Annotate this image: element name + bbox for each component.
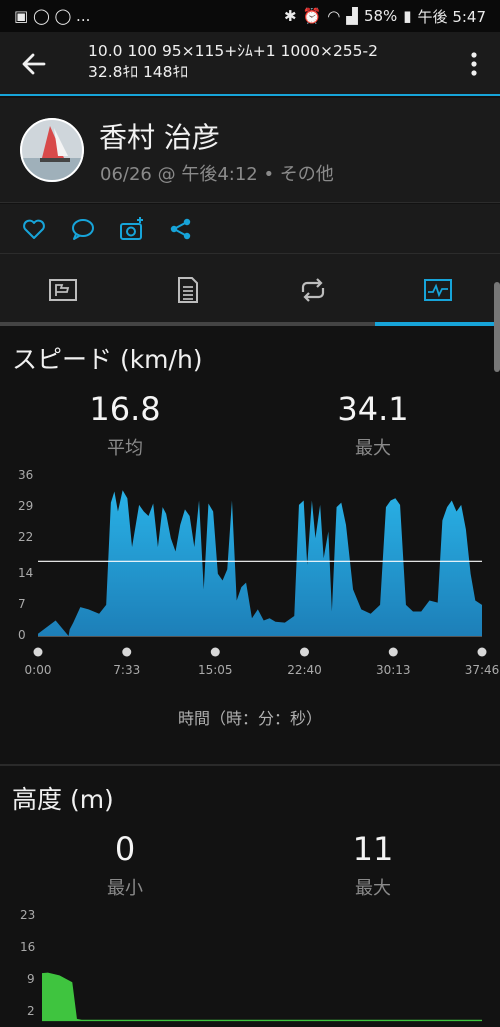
speed-x-tick: 7:33	[113, 663, 141, 677]
speed-area-series	[38, 490, 482, 636]
comment-icon[interactable]	[70, 216, 96, 242]
back-arrow-icon[interactable]	[18, 48, 50, 80]
tab-charts[interactable]	[375, 254, 500, 326]
altitude-area-series	[42, 972, 482, 1022]
avatar[interactable]	[20, 118, 84, 182]
speed-x-tick-dot	[122, 647, 132, 657]
chart-pulse-icon	[423, 279, 452, 301]
speed-avg-value: 16.8	[89, 390, 161, 428]
altitude-max-label: 最大	[355, 878, 391, 899]
speed-x-tick: 0:00	[24, 663, 52, 677]
activity-title: 10.0 100 95×115+ｼﾑ+1 1000×255-2 32.8ｷﾛ 1…	[88, 41, 378, 83]
speed-x-tick: 22:40	[287, 663, 322, 677]
title-line-2: 32.8ｷﾛ 148ｷﾛ	[88, 63, 189, 81]
speed-chart	[33, 490, 487, 657]
speed-avg-label: 平均	[107, 438, 143, 459]
speed-x-tick-dot	[33, 647, 43, 657]
bluetooth-icon: ✱	[284, 7, 297, 25]
altitude-chart	[42, 972, 482, 1022]
wifi-icon: ◠	[327, 7, 341, 25]
tab-bar	[0, 254, 500, 326]
clock: 午後 5:47	[417, 7, 486, 26]
more-options-icon[interactable]	[462, 50, 486, 78]
speed-x-tick: 37:46	[464, 663, 500, 677]
tab-laps[interactable]	[250, 254, 375, 326]
app-bar: 10.0 100 95×115+ｼﾑ+1 1000×255-2 32.8ｷﾛ 1…	[0, 32, 500, 96]
scrollbar[interactable]	[494, 282, 500, 372]
battery-percent: 58%	[363, 7, 398, 25]
speed-x-tick-dot	[477, 647, 487, 657]
speed-x-tick-dot	[299, 647, 309, 657]
like-heart-icon[interactable]	[21, 216, 47, 242]
speed-x-tick: 15:05	[197, 663, 233, 677]
add-photo-icon[interactable]	[119, 216, 145, 242]
section-divider	[0, 764, 500, 766]
altitude-max-value: 11	[352, 830, 394, 868]
tab-divider	[0, 322, 375, 326]
speed-x-caption: 時間（時：分：秒）	[177, 709, 322, 728]
share-icon[interactable]	[168, 216, 194, 242]
profile-header: 香村 治彦 06/26 @ 午後4:12 • その他	[0, 98, 500, 203]
title-line-1: 10.0 100 95×115+ｼﾑ+1 1000×255-2	[88, 42, 378, 60]
battery-icon: ▮	[403, 7, 412, 25]
active-tab-indicator	[375, 322, 500, 326]
signal-icon: ▟	[346, 7, 358, 25]
athlete-name: 香村 治彦	[99, 121, 220, 154]
speed-x-tick: 30:13	[375, 663, 411, 677]
speed-x-tick-dot	[388, 647, 398, 657]
flag-card-icon	[48, 279, 77, 301]
speed-max-label: 最大	[355, 438, 391, 459]
altitude-min-label: 最小	[107, 878, 143, 899]
notification-icons: ▣ ◯ ◯ ...	[14, 7, 91, 25]
alarm-icon: ⏰	[302, 7, 322, 25]
speed-max-value: 34.1	[337, 390, 409, 428]
speed-x-tick-dot	[210, 647, 220, 657]
tab-stats[interactable]	[125, 254, 250, 326]
status-bar: ▣ ◯ ◯ ... ✱ ⏰ ◠ ▟ 58% ▮ 午後 5:47	[0, 0, 500, 32]
tab-overview[interactable]	[0, 254, 125, 326]
document-list-icon	[177, 277, 198, 303]
speed-title: スピード (km/h)	[12, 345, 203, 374]
activity-meta: 06/26 @ 午後4:12 • その他	[100, 164, 334, 185]
altitude-min-value: 0	[114, 830, 136, 868]
repeat-icon	[301, 278, 324, 302]
altitude-title: 高度 (m)	[12, 785, 114, 814]
action-bar	[0, 204, 500, 254]
